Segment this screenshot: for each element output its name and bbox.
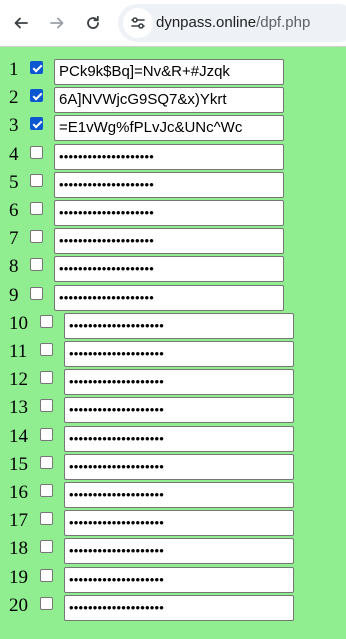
tune-icon — [131, 17, 145, 29]
arrow-right-icon — [50, 17, 64, 29]
row-number: 13 — [9, 397, 28, 419]
row-number: 20 — [9, 594, 28, 616]
row-number: 5 — [9, 171, 19, 193]
row-number: 17 — [9, 510, 28, 532]
row-checkbox[interactable] — [40, 427, 53, 441]
row-checkbox[interactable] — [40, 512, 53, 526]
row-number: 18 — [9, 538, 28, 560]
row-number: 9 — [9, 284, 19, 306]
password-row: 6 •••••••••••••••••••• — [0, 199, 346, 226]
password-field[interactable]: •••••••••••••••••••• — [54, 143, 284, 170]
password-field[interactable]: •••••••••••••••••••• — [64, 453, 294, 480]
password-row: 16 •••••••••••••••••••• — [0, 481, 346, 508]
back-button[interactable] — [9, 11, 33, 35]
row-checkbox[interactable] — [40, 596, 53, 610]
row-number: 11 — [9, 341, 28, 362]
row-checkbox[interactable] — [30, 173, 43, 187]
row-checkbox[interactable] — [30, 89, 43, 103]
row-checkbox[interactable] — [40, 371, 53, 385]
password-row: 2 6A]NVWjcG9SQ7&x)Ykrt — [0, 86, 346, 114]
row-checkbox[interactable] — [30, 61, 43, 74]
row-checkbox[interactable] — [40, 343, 53, 356]
row-number: 2 — [9, 87, 19, 109]
row-number: 14 — [9, 425, 28, 447]
password-row: 7 •••••••••••••••••••• — [0, 227, 346, 255]
password-field[interactable]: PCk9k$Bq]=Nv&R+#Jzqk — [54, 59, 284, 85]
password-row: 5 •••••••••••••••••••• — [0, 171, 346, 198]
password-row: 8 •••••••••••••••••••• — [0, 255, 346, 283]
row-checkbox[interactable] — [30, 286, 43, 300]
reload-icon — [87, 15, 99, 29]
row-number: 10 — [9, 312, 28, 334]
row-number: 4 — [9, 143, 19, 165]
site-info-button[interactable] — [123, 8, 153, 38]
row-checkbox[interactable] — [40, 484, 53, 497]
row-number: 16 — [9, 482, 28, 503]
password-row: 13 •••••••••••••••••••• — [0, 396, 346, 424]
password-row: 18 •••••••••••••••••••• — [0, 537, 346, 565]
row-checkbox[interactable] — [30, 230, 43, 244]
row-checkbox[interactable] — [40, 540, 53, 554]
password-field[interactable]: •••••••••••••••••••• — [54, 228, 284, 255]
password-row: 3 =E1vWg%fPLvJc&UNc^Wc — [0, 114, 346, 142]
url-path: /dpf.php — [256, 14, 311, 31]
row-number: 7 — [9, 228, 19, 250]
password-row: 14 •••••••••••••••••••• — [0, 425, 346, 452]
password-row: 12 •••••••••••••••••••• — [0, 368, 346, 396]
row-number: 1 — [9, 59, 19, 80]
password-row: 11 •••••••••••••••••••• — [0, 340, 346, 367]
password-field[interactable]: •••••••••••••••••••• — [54, 284, 284, 311]
password-field[interactable]: •••••••••••••••••••• — [64, 312, 294, 339]
password-row: 17 •••••••••••••••••••• — [0, 509, 346, 537]
password-field[interactable]: •••••••••••••••••••• — [64, 341, 294, 367]
url-host: dynpass.online — [156, 14, 257, 31]
password-field[interactable]: •••••••••••••••••••• — [64, 425, 294, 452]
password-row: 19 •••••••••••••••••••• — [0, 566, 346, 593]
row-number: 8 — [9, 256, 19, 278]
password-field[interactable]: =E1vWg%fPLvJc&UNc^Wc — [54, 115, 284, 142]
row-number: 6 — [9, 200, 19, 221]
browser-toolbar: dynpass.online/dpf.php — [0, 0, 346, 47]
forward-button[interactable] — [45, 11, 69, 35]
row-checkbox[interactable] — [40, 314, 53, 328]
row-number: 12 — [9, 369, 28, 391]
password-field[interactable]: •••••••••••••••••••• — [64, 594, 294, 621]
password-row: 1 PCk9k$Bq]=Nv&R+#Jzqk — [0, 58, 346, 85]
reload-button[interactable] — [81, 11, 105, 35]
row-number: 15 — [9, 453, 28, 475]
row-checkbox[interactable] — [40, 455, 53, 469]
password-field[interactable]: •••••••••••••••••••• — [54, 171, 284, 198]
password-row: 9 •••••••••••••••••••• — [0, 284, 346, 311]
row-checkbox[interactable] — [40, 568, 53, 582]
address-bar[interactable]: dynpass.online/dpf.php — [118, 4, 346, 42]
password-field[interactable]: 6A]NVWjcG9SQ7&x)Ykrt — [54, 87, 284, 114]
password-row: 15 •••••••••••••••••••• — [0, 453, 346, 480]
row-checkbox[interactable] — [30, 145, 43, 159]
password-row: 4 •••••••••••••••••••• — [0, 143, 346, 170]
password-field[interactable]: •••••••••••••••••••• — [64, 566, 294, 593]
row-checkbox[interactable] — [30, 202, 43, 215]
password-field[interactable]: •••••••••••••••••••• — [64, 482, 294, 508]
row-checkbox[interactable] — [30, 117, 43, 131]
password-field[interactable]: •••••••••••••••••••• — [54, 256, 284, 283]
row-number: 3 — [9, 115, 19, 137]
row-number: 19 — [9, 566, 28, 588]
row-checkbox[interactable] — [30, 258, 43, 272]
password-field[interactable]: •••••••••••••••••••• — [64, 510, 294, 537]
arrow-left-icon — [14, 17, 28, 29]
row-checkbox[interactable] — [40, 399, 53, 413]
password-row: 10 •••••••••••••••••••• — [0, 312, 346, 339]
password-field[interactable]: •••••••••••••••••••• — [64, 538, 294, 565]
password-row: 20 •••••••••••••••••••• — [0, 594, 346, 621]
url-text: dynpass.online/dpf.php — [156, 14, 310, 31]
password-field[interactable]: •••••••••••••••••••• — [64, 369, 294, 396]
password-field[interactable]: •••••••••••••••••••• — [54, 200, 284, 226]
password-field[interactable]: •••••••••••••••••••• — [64, 397, 294, 424]
